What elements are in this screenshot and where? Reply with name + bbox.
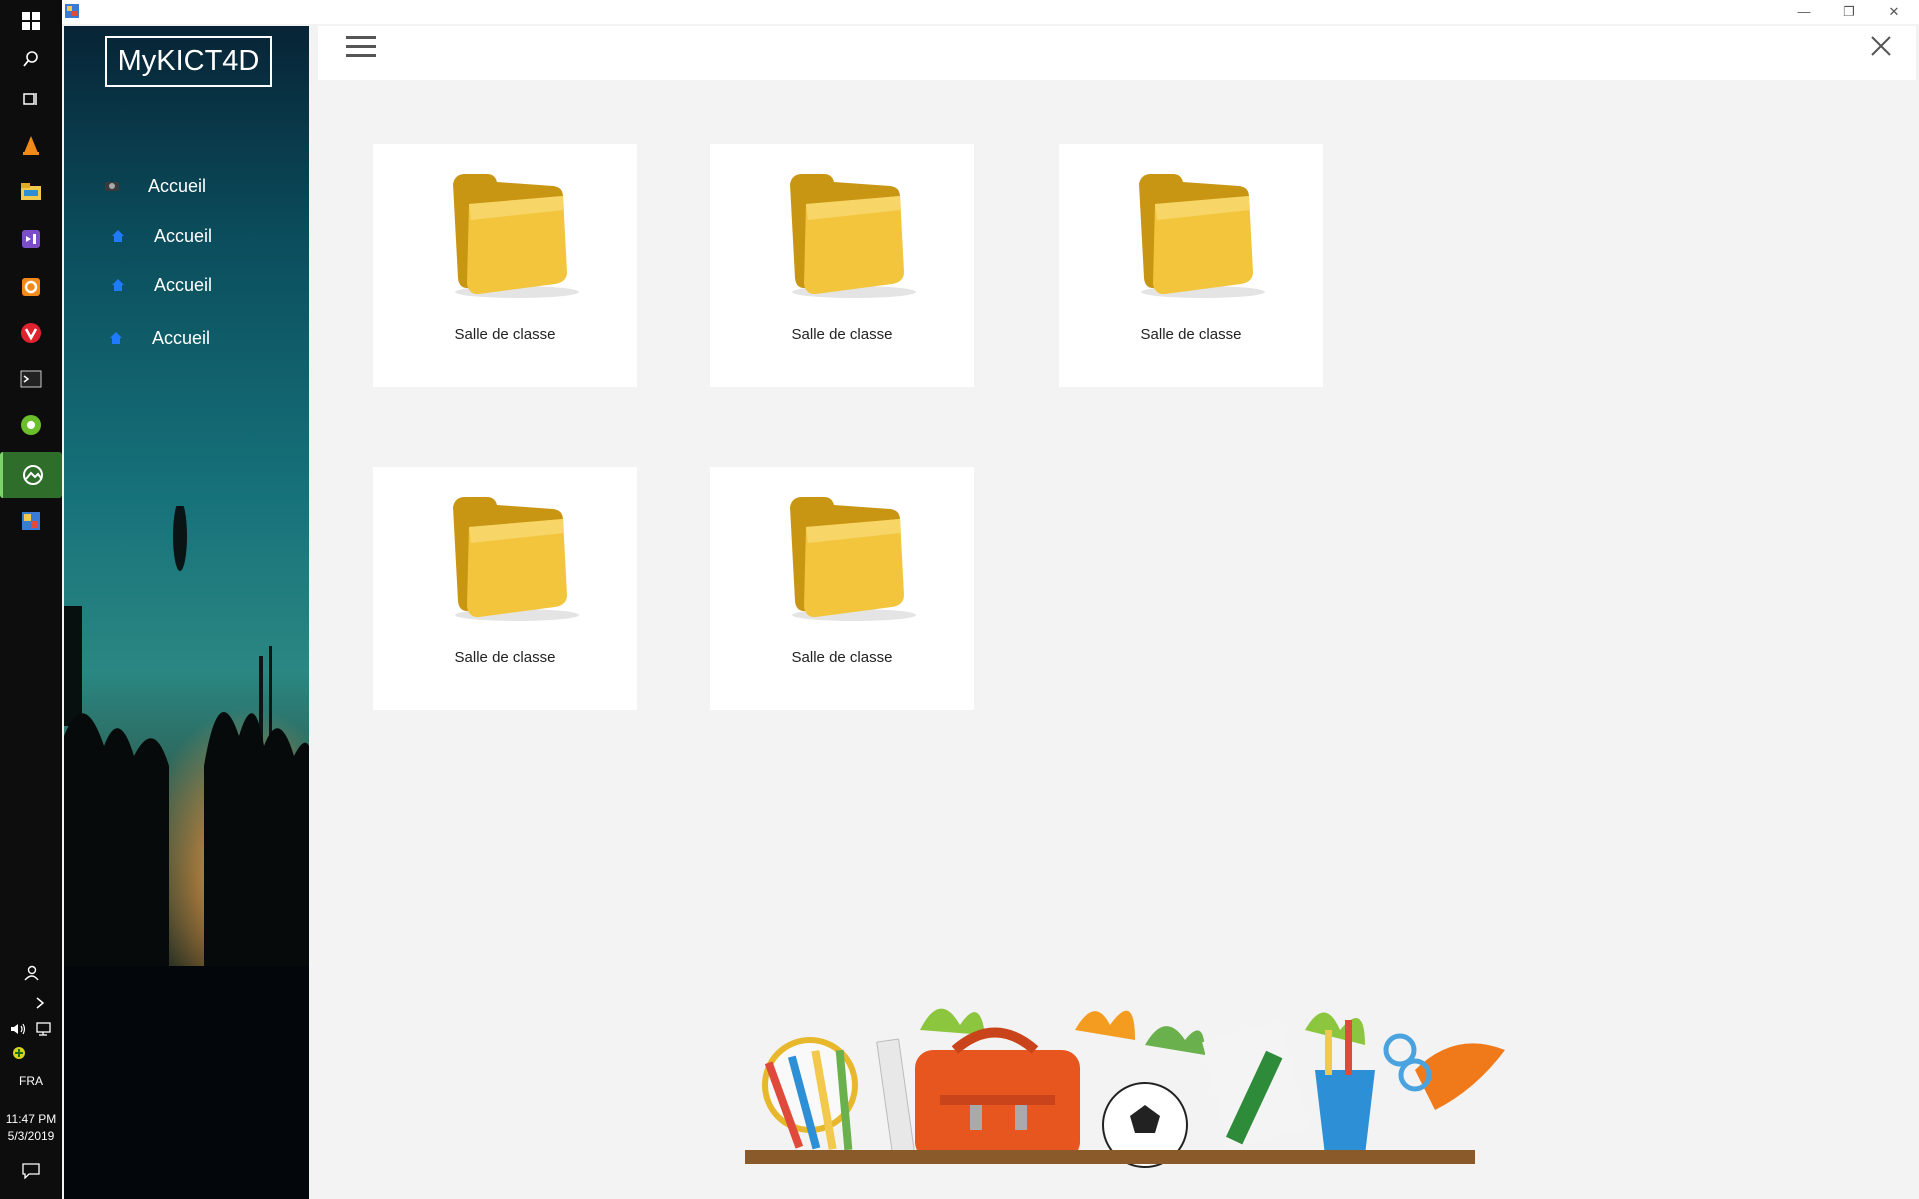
hamburger-menu-icon[interactable]	[346, 36, 376, 60]
folder-icon	[453, 174, 579, 298]
classroom-card-1[interactable]: Salle de classe	[373, 144, 637, 387]
minimize-button[interactable]: —	[1784, 2, 1824, 22]
visual-studio-icon[interactable]	[16, 224, 46, 254]
sunset-background	[64, 506, 309, 1199]
photos-app-icon[interactable]	[0, 452, 62, 498]
orange-app-icon[interactable]	[16, 272, 46, 302]
card-label: Salle de classe	[1140, 326, 1242, 343]
close-icon[interactable]	[1870, 34, 1892, 62]
notification-badge-icon[interactable]	[8, 1038, 30, 1068]
file-explorer-icon[interactable]	[16, 176, 46, 206]
task-view-icon[interactable]	[16, 84, 46, 114]
classroom-card-3[interactable]: Salle de classe	[1059, 144, 1323, 387]
card-label: Salle de classe	[791, 326, 893, 343]
search-icon[interactable]	[16, 44, 46, 74]
people-icon[interactable]	[16, 958, 46, 988]
window-titlebar: — ❐ ✕	[62, 0, 1919, 24]
winforms-app-icon[interactable]	[16, 506, 46, 536]
clock-time[interactable]: 11:47 PM	[0, 1112, 62, 1126]
classroom-card-5[interactable]: Salle de classe	[710, 467, 974, 710]
home-icon	[110, 277, 126, 293]
folder-icon	[790, 497, 916, 621]
app-logo: MyKICT4D	[105, 36, 272, 87]
terminal-icon[interactable]	[16, 364, 46, 394]
app-icon	[104, 178, 120, 194]
sidebar-item-accueil-2[interactable]: Accueil	[110, 221, 300, 251]
vivaldi-icon[interactable]	[16, 318, 46, 348]
folder-icon	[790, 174, 916, 298]
header-bar	[318, 26, 1916, 80]
sidebar-item-label: Accueil	[154, 225, 213, 246]
sidebar-item-label: Accueil	[152, 327, 211, 348]
card-label: Salle de classe	[454, 326, 556, 343]
windows-taskbar: FRA 11:47 PM 5/3/2019	[0, 0, 62, 1199]
action-center-icon[interactable]	[16, 1156, 46, 1186]
clock-date[interactable]: 5/3/2019	[0, 1129, 62, 1143]
card-label: Salle de classe	[791, 649, 893, 666]
sidebar-item-accueil-3[interactable]: Accueil	[110, 270, 300, 300]
home-icon	[108, 330, 124, 346]
classroom-card-4[interactable]: Salle de classe	[373, 467, 637, 710]
sidebar-item-accueil-4[interactable]: Accueil	[108, 323, 298, 353]
window-close-button[interactable]: ✕	[1874, 2, 1914, 22]
app-window-icon	[65, 4, 79, 23]
green-app-icon[interactable]	[16, 410, 46, 440]
sidebar-item-label: Accueil	[148, 175, 207, 196]
sidebar-item-label: Accueil	[154, 274, 213, 295]
network-icon[interactable]	[32, 1014, 54, 1044]
windows-start-icon[interactable]	[16, 6, 46, 36]
restore-button[interactable]: ❐	[1829, 2, 1869, 22]
sidebar-item-accueil-1[interactable]: Accueil	[104, 171, 294, 201]
sidebar: MyKICT4D Accueil Accueil Accueil Accueil	[64, 26, 309, 1199]
classroom-card-2[interactable]: Salle de classe	[710, 144, 974, 387]
input-language[interactable]: FRA	[0, 1074, 62, 1088]
home-icon	[110, 228, 126, 244]
folder-icon	[453, 497, 579, 621]
card-label: Salle de classe	[454, 649, 556, 666]
vlc-icon[interactable]	[16, 130, 46, 160]
school-supplies-illustration	[745, 1008, 1505, 1168]
folder-icon	[1139, 174, 1265, 298]
